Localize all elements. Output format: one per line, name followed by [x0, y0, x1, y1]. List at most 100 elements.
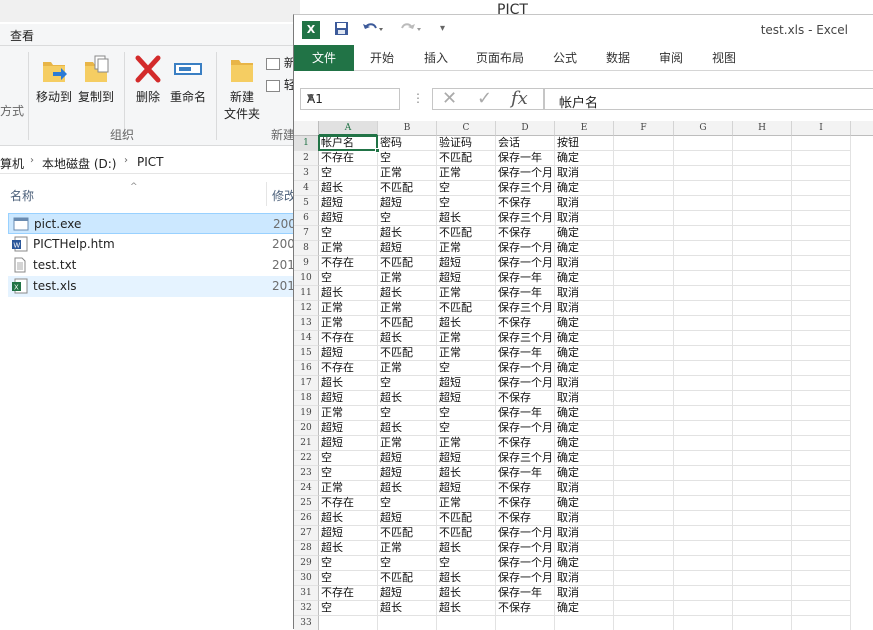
cell-d31[interactable]: 保存一年	[496, 586, 555, 601]
cell-g18[interactable]	[674, 391, 733, 406]
cell-g26[interactable]	[674, 511, 733, 526]
cell-c20[interactable]: 空	[437, 421, 496, 436]
cell-d21[interactable]: 不保存	[496, 436, 555, 451]
cell-d29[interactable]: 保存一个月	[496, 556, 555, 571]
cell-e23[interactable]: 确定	[555, 466, 614, 481]
row-header[interactable]: 29	[294, 556, 319, 571]
cell-a26[interactable]: 超长	[319, 511, 378, 526]
cell-c25[interactable]: 正常	[437, 496, 496, 511]
cell-c8[interactable]: 正常	[437, 241, 496, 256]
cell-h29[interactable]	[733, 556, 792, 571]
cell-g20[interactable]	[674, 421, 733, 436]
cell-c9[interactable]: 超短	[437, 256, 496, 271]
cell-d3[interactable]: 保存一个月	[496, 166, 555, 181]
column-header-h[interactable]: H	[733, 121, 792, 136]
cell-h24[interactable]	[733, 481, 792, 496]
cell-e5[interactable]: 取消	[555, 196, 614, 211]
cell-c12[interactable]: 不匹配	[437, 301, 496, 316]
cell-c18[interactable]: 超短	[437, 391, 496, 406]
cell-b13[interactable]: 不匹配	[378, 316, 437, 331]
cell-a14[interactable]: 不存在	[319, 331, 378, 346]
cell-d28[interactable]: 保存一个月	[496, 541, 555, 556]
cell-e15[interactable]: 确定	[555, 346, 614, 361]
cell-c21[interactable]: 正常	[437, 436, 496, 451]
cell-h20[interactable]	[733, 421, 792, 436]
cell-a17[interactable]: 超长	[319, 376, 378, 391]
cell-e19[interactable]: 确定	[555, 406, 614, 421]
customize-qat-icon[interactable]: ▾	[440, 23, 445, 34]
formula-input[interactable]: 帐户名	[544, 88, 873, 111]
cell-d24[interactable]: 不保存	[496, 481, 555, 496]
cell-b1[interactable]: 密码	[378, 136, 437, 151]
cell-g30[interactable]	[674, 571, 733, 586]
cell-g3[interactable]	[674, 166, 733, 181]
cell-g29[interactable]	[674, 556, 733, 571]
cell-h10[interactable]	[733, 271, 792, 286]
cell-i22[interactable]	[792, 451, 851, 466]
cell-i15[interactable]	[792, 346, 851, 361]
column-header-b[interactable]: B	[378, 121, 437, 136]
new-folder-button[interactable]: 新建 文件夹	[220, 52, 264, 122]
column-header-c[interactable]: C	[437, 121, 496, 136]
cell-f32[interactable]	[614, 601, 674, 616]
cell-a25[interactable]: 不存在	[319, 496, 378, 511]
cell-f7[interactable]	[614, 226, 674, 241]
cell-a7[interactable]: 空	[319, 226, 378, 241]
cell-b4[interactable]: 不匹配	[378, 181, 437, 196]
cell-h15[interactable]	[733, 346, 792, 361]
cell-d15[interactable]: 保存一年	[496, 346, 555, 361]
cell-i19[interactable]	[792, 406, 851, 421]
column-header-a[interactable]: A	[319, 121, 378, 136]
cell-h4[interactable]	[733, 181, 792, 196]
cell-a28[interactable]: 超长	[319, 541, 378, 556]
column-header-f[interactable]: F	[614, 121, 674, 136]
cell-g9[interactable]	[674, 256, 733, 271]
cell-f14[interactable]	[614, 331, 674, 346]
cell-b11[interactable]: 超长	[378, 286, 437, 301]
cell-c16[interactable]: 空	[437, 361, 496, 376]
cell-c11[interactable]: 正常	[437, 286, 496, 301]
cell-b25[interactable]: 空	[378, 496, 437, 511]
cell-f22[interactable]	[614, 451, 674, 466]
cell-i24[interactable]	[792, 481, 851, 496]
name-box[interactable]: A1 ▼	[300, 88, 400, 110]
cell-e33[interactable]	[555, 616, 614, 630]
row-header[interactable]: 31	[294, 586, 319, 601]
row-header[interactable]: 11	[294, 286, 319, 301]
cell-c14[interactable]: 正常	[437, 331, 496, 346]
spreadsheet-grid[interactable]: A B C D E F G H I 1 帐户名 密码 验证码 会话 按钮 2 不存在空不匹配 保存一年 确定 3 空正常…	[294, 121, 873, 630]
cell-h30[interactable]	[733, 571, 792, 586]
cell-f9[interactable]	[614, 256, 674, 271]
cell-a33[interactable]	[319, 616, 378, 630]
row-header[interactable]: 23	[294, 466, 319, 481]
cell-a8[interactable]: 正常	[319, 241, 378, 256]
tab-file[interactable]: 文件	[294, 45, 354, 71]
row-header[interactable]: 27	[294, 526, 319, 541]
row-header[interactable]: 21	[294, 436, 319, 451]
delete-button[interactable]: 删除	[126, 52, 170, 105]
cell-g25[interactable]	[674, 496, 733, 511]
cell-i9[interactable]	[792, 256, 851, 271]
cell-c6[interactable]: 超长	[437, 211, 496, 226]
cell-a1[interactable]: 帐户名	[319, 136, 378, 151]
row-header[interactable]: 6	[294, 211, 319, 226]
cell-h23[interactable]	[733, 466, 792, 481]
cell-b18[interactable]: 超长	[378, 391, 437, 406]
cell-i10[interactable]	[792, 271, 851, 286]
row-header[interactable]: 5	[294, 196, 319, 211]
more-options-icon[interactable]: ⋮	[412, 91, 424, 105]
row-header[interactable]: 3	[294, 166, 319, 181]
row-header[interactable]: 10	[294, 271, 319, 286]
cell-c15[interactable]: 正常	[437, 346, 496, 361]
insert-function-icon[interactable]: fx	[511, 88, 528, 109]
cell-h31[interactable]	[733, 586, 792, 601]
cell-a3[interactable]: 空	[319, 166, 378, 181]
cell-f3[interactable]	[614, 166, 674, 181]
cell-e9[interactable]: 取消	[555, 256, 614, 271]
cell-f16[interactable]	[614, 361, 674, 376]
cell-g28[interactable]	[674, 541, 733, 556]
row-header[interactable]: 24	[294, 481, 319, 496]
cell-h16[interactable]	[733, 361, 792, 376]
row-header[interactable]: 8	[294, 241, 319, 256]
cell-g15[interactable]	[674, 346, 733, 361]
